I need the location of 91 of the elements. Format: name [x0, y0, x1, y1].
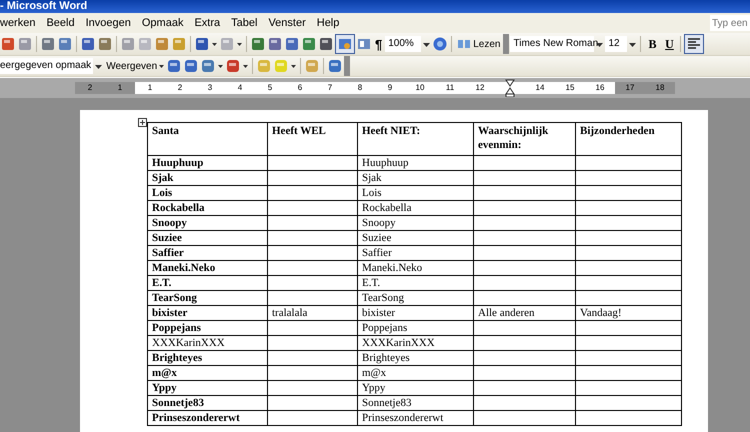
- ruler-number: 12: [476, 83, 484, 93]
- ruler-number: 15: [566, 83, 574, 93]
- table-cell: Lois: [148, 186, 268, 200]
- table-cell: E.T.: [358, 276, 474, 290]
- show-formatting-button[interactable]: ¶: [373, 36, 384, 52]
- table-cell: Sjak: [358, 170, 474, 186]
- ruler-number: 2: [178, 83, 182, 93]
- table-cell: bixister: [358, 306, 474, 320]
- table-cell: Poppejans: [148, 320, 268, 336]
- table-cell: Brighteyes: [148, 350, 268, 366]
- menu-item[interactable]: Beeld: [46, 17, 82, 29]
- menu-item[interactable]: Extra: [194, 17, 228, 29]
- help-icon[interactable]: [432, 36, 448, 52]
- zoom-combo[interactable]: 100%: [385, 36, 422, 52]
- table-cell: Huuphuup: [358, 156, 474, 170]
- display-combo[interactable]: eergegeven opmaak: [0, 58, 94, 74]
- table-cell: Yppy: [358, 380, 474, 396]
- ruler-number: 4: [238, 83, 242, 93]
- column-header: Bijzonderheden: [576, 122, 682, 156]
- table-cell: Saffier: [358, 246, 474, 260]
- table-cell: Lois: [358, 186, 474, 200]
- underline-button[interactable]: U: [661, 36, 678, 52]
- indent-marker-icon[interactable]: [504, 79, 516, 97]
- table-cell: Sonnetje83: [148, 396, 268, 410]
- ruler-number: 16: [596, 83, 604, 93]
- table-cell: Vandaag!: [576, 306, 682, 320]
- table-cell: tralalala: [268, 306, 358, 320]
- table-cell: XXXKarinXXX: [358, 336, 474, 350]
- table-cell: bixister: [148, 306, 268, 320]
- toolbar-grip[interactable]: [503, 34, 510, 54]
- menu-item[interactable]: Help: [316, 17, 346, 29]
- ruler-number: 10: [416, 83, 424, 93]
- book-icon: [457, 38, 472, 50]
- ruler-number: 8: [358, 83, 362, 93]
- table-cell: Saffier: [148, 246, 268, 260]
- ruler-number: 5: [268, 83, 272, 93]
- help-search-field[interactable]: Typ een: [710, 15, 750, 31]
- menu-item[interactable]: Invoegen: [86, 17, 138, 29]
- table-move-handle-icon[interactable]: [138, 118, 147, 127]
- show-menu-button[interactable]: Weergeven: [104, 60, 158, 72]
- menu-item[interactable]: Venster: [268, 17, 313, 29]
- table-cell: Prinseszondererwt: [148, 410, 268, 426]
- ruler-number: 6: [298, 83, 302, 93]
- table-cell: Snoopy: [148, 216, 268, 230]
- table-cell: Snoopy: [358, 216, 474, 230]
- reading-layout-button[interactable]: Lezen: [455, 38, 502, 50]
- table-cell: m@x: [358, 366, 474, 380]
- menu-item[interactable]: Opmaak: [142, 17, 190, 29]
- table-cell: Maneki.Neko: [148, 260, 268, 276]
- table-cell: Alle anderen: [474, 306, 576, 320]
- ruler-number: 9: [388, 83, 392, 93]
- ruler-number: 18: [656, 83, 664, 93]
- column-header: Waarschijnlijk evenmin:: [474, 122, 576, 156]
- table-cell: m@x: [148, 366, 268, 380]
- column-header: Santa: [148, 122, 268, 156]
- table-cell: Rockabella: [358, 200, 474, 216]
- bold-button[interactable]: B: [644, 36, 660, 52]
- ruler-number: 14: [536, 83, 544, 93]
- ruler-number: 3: [208, 83, 212, 93]
- table-cell: XXXKarinXXX: [148, 336, 268, 350]
- table-cell: Prinseszondererwt: [358, 410, 474, 426]
- align-left-button[interactable]: [684, 34, 704, 54]
- align-left-icon: [686, 36, 702, 52]
- font-size-combo[interactable]: 12: [605, 36, 628, 52]
- window-title: - Microsoft Word: [0, 0, 88, 13]
- ruler-number: 11: [446, 83, 454, 93]
- ruler-number: 1: [118, 83, 122, 93]
- drawing-toggle-button[interactable]: [335, 34, 355, 54]
- table-cell: TearSong: [148, 290, 268, 306]
- menu-item[interactable]: werken: [0, 17, 42, 29]
- table-cell: TearSong: [358, 290, 474, 306]
- ruler-number: 1: [148, 83, 152, 93]
- table-cell: Brighteyes: [358, 350, 474, 366]
- table-cell: Suziee: [358, 230, 474, 246]
- table-cell: Huuphuup: [148, 156, 268, 170]
- table-cell: Sjak: [148, 170, 268, 186]
- table-cell: Poppejans: [358, 320, 474, 336]
- column-header: Heeft WEL: [268, 122, 358, 156]
- table-cell: Rockabella: [148, 200, 268, 216]
- toolbar-grip[interactable]: [344, 56, 350, 76]
- table-cell: Sonnetje83: [358, 396, 474, 410]
- drawing-icon: [337, 36, 353, 52]
- ruler-number: 7: [328, 83, 332, 93]
- table-cell: Suziee: [148, 230, 268, 246]
- table-cell: Yppy: [148, 380, 268, 396]
- menu-item[interactable]: Tabel: [231, 17, 264, 29]
- column-header: Heeft NIET:: [358, 122, 474, 156]
- ruler-number: 17: [626, 83, 634, 93]
- ruler-number: 2: [88, 83, 92, 93]
- table-cell: E.T.: [148, 276, 268, 290]
- table-cell: Maneki.Neko: [358, 260, 474, 276]
